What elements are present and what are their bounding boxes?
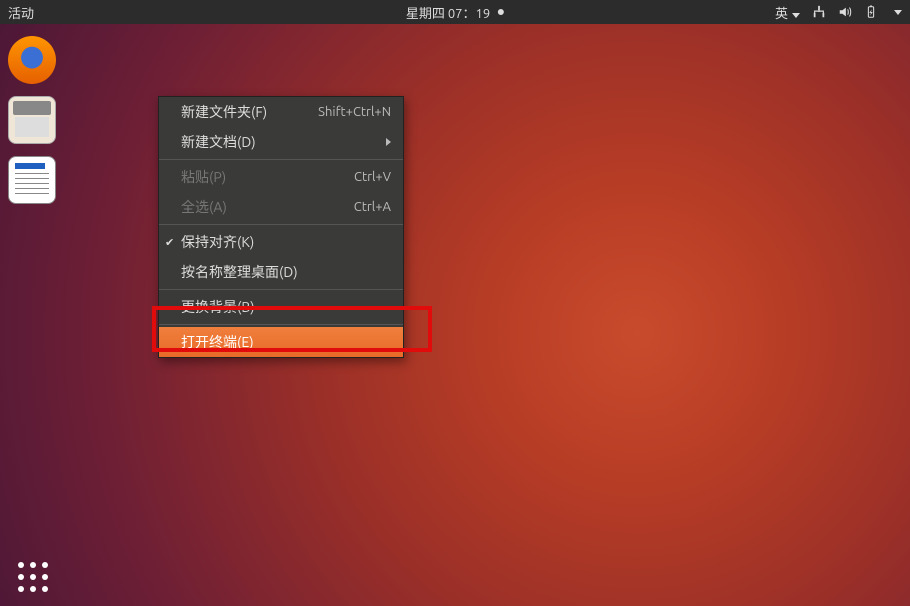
input-method-indicator[interactable]: 英 [775, 3, 800, 22]
menu-item-label: 按名称整理桌面(D) [181, 262, 298, 282]
menu-item-label: 更换背景(B) [181, 297, 255, 317]
menu-separator [159, 224, 403, 225]
notification-dot-icon [498, 9, 504, 15]
network-icon[interactable] [812, 5, 826, 19]
chevron-down-icon [792, 13, 800, 18]
menu-item-label: 新建文件夹(F) [181, 102, 267, 122]
menu-item-label: 新建文档(D) [181, 132, 256, 152]
menu-item-new-document[interactable]: 新建文档(D) [159, 127, 403, 157]
system-tray: 英 [775, 3, 902, 22]
menu-item-open-terminal[interactable]: 打开终端(E) [159, 327, 403, 357]
menu-item-label: 打开终端(E) [181, 332, 254, 352]
menu-separator [159, 324, 403, 325]
menu-item-label: 粘贴(P) [181, 167, 226, 187]
menu-item-accelerator: Shift+Ctrl+N [318, 105, 391, 119]
show-applications-button[interactable] [18, 562, 48, 592]
launcher-dock [0, 24, 64, 606]
volume-icon[interactable] [838, 5, 852, 19]
libreoffice-writer-launcher[interactable] [8, 156, 56, 204]
firefox-launcher[interactable] [8, 36, 56, 84]
activities-button[interactable]: 活动 [8, 3, 34, 22]
menu-item-keep-aligned[interactable]: 保持对齐(K) [159, 227, 403, 257]
desktop-context-menu: 新建文件夹(F) Shift+Ctrl+N 新建文档(D) 粘贴(P) Ctrl… [158, 96, 404, 358]
menu-item-label: 全选(A) [181, 197, 227, 217]
menu-separator [159, 289, 403, 290]
menu-item-select-all: 全选(A) Ctrl+A [159, 192, 403, 222]
menu-item-accelerator: Ctrl+V [354, 170, 391, 184]
menu-item-accelerator: Ctrl+A [354, 200, 391, 214]
files-launcher[interactable] [8, 96, 56, 144]
menu-separator [159, 159, 403, 160]
clock-label: 星期四 07：19 [406, 3, 490, 22]
top-panel: 活动 星期四 07：19 英 [0, 0, 910, 24]
menu-item-label: 保持对齐(K) [181, 232, 254, 252]
menu-item-new-folder[interactable]: 新建文件夹(F) Shift+Ctrl+N [159, 97, 403, 127]
clock[interactable]: 星期四 07：19 [406, 3, 504, 22]
ime-label: 英 [775, 7, 788, 21]
menu-item-organize-by-name[interactable]: 按名称整理桌面(D) [159, 257, 403, 287]
menu-item-paste: 粘贴(P) Ctrl+V [159, 162, 403, 192]
submenu-arrow-icon [386, 138, 391, 146]
battery-icon[interactable] [864, 5, 878, 19]
menu-item-change-background[interactable]: 更换背景(B) [159, 292, 403, 322]
system-menu-chevron-icon[interactable] [894, 10, 902, 15]
